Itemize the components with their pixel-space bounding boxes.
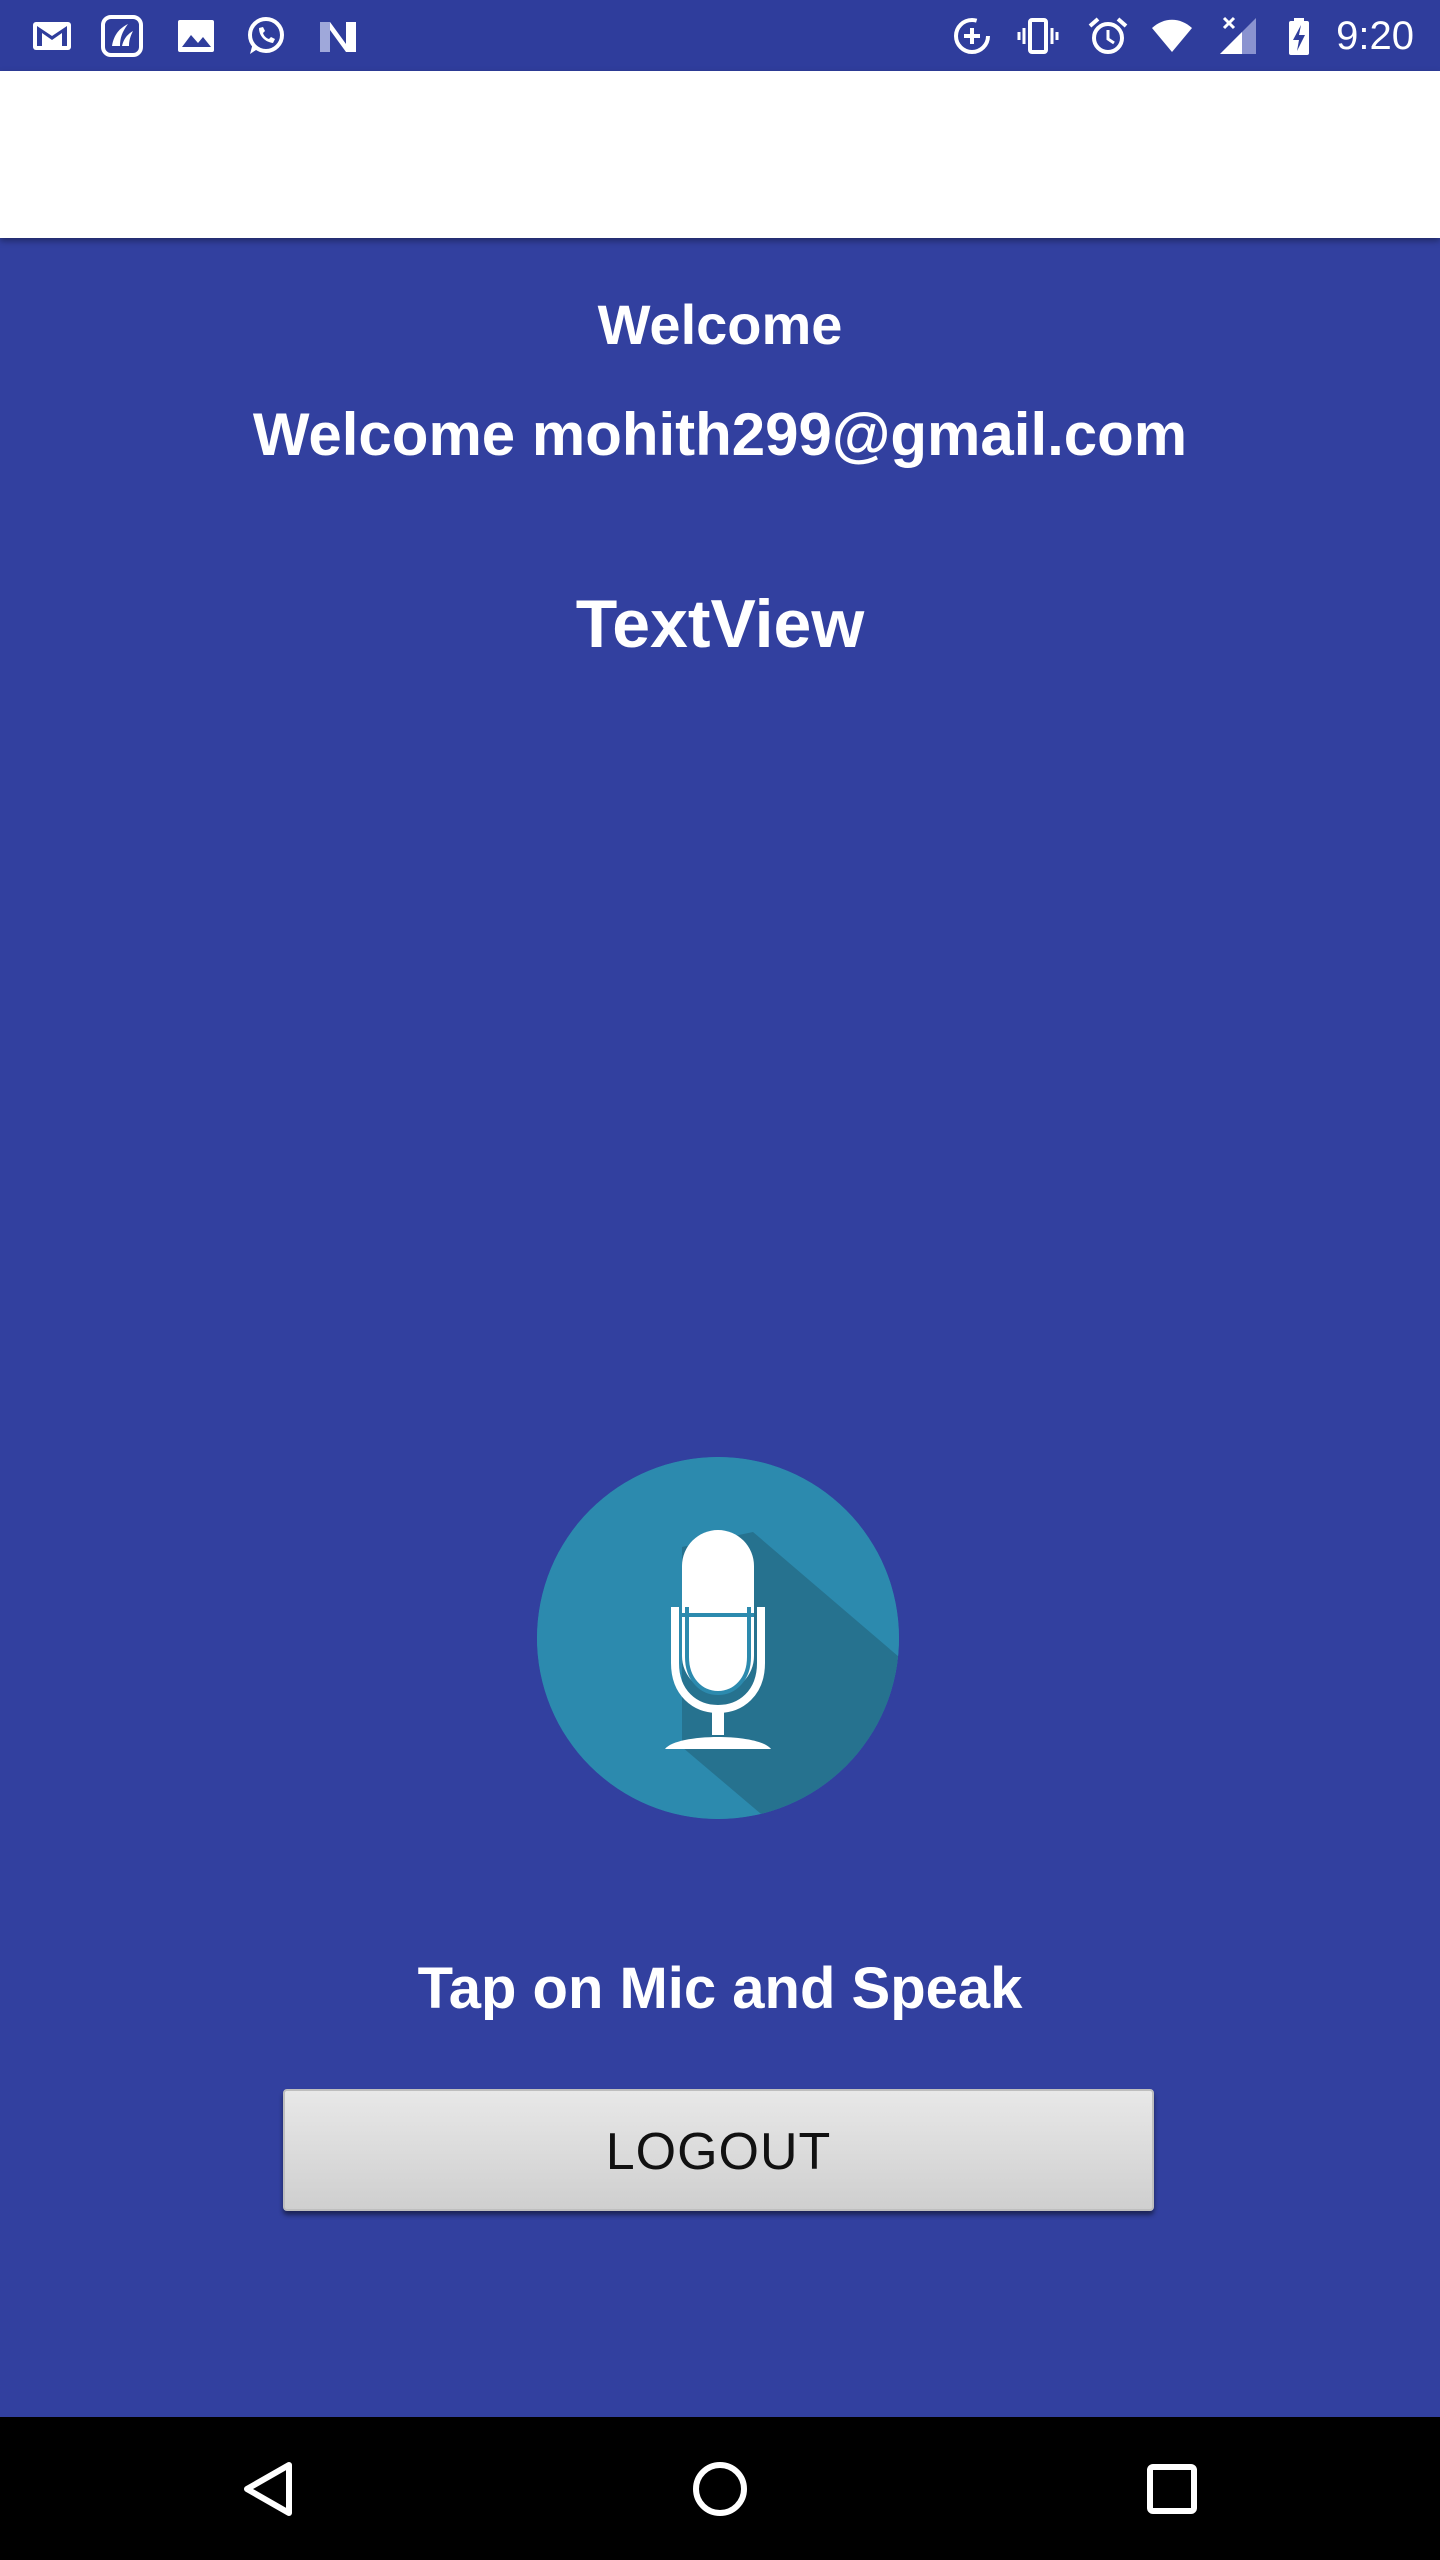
wifi-icon [1152,19,1192,52]
alarm-icon [1088,17,1128,54]
welcome-user-text: Welcome mohith299@gmail.com [252,401,1188,468]
app-bar [0,71,1440,238]
gallery-icon [178,20,214,52]
navigation-bar [0,2417,1440,2560]
data-saver-icon [954,18,990,54]
mic-hint-text: Tap on Mic and Speak [417,1956,1023,2021]
mic-button[interactable] [537,1457,899,1819]
speech-result-text: TextView [575,586,865,662]
n-app-icon [320,22,356,52]
status-bar: 9:20 [0,0,1440,71]
vibrate-icon [1017,18,1059,54]
logout-button[interactable]: LOGOUT [283,2089,1154,2211]
signal-icon [1220,16,1256,54]
recents-icon[interactable] [1136,2453,1208,2525]
saavn-icon [101,15,143,57]
home-icon[interactable] [684,2453,756,2525]
gmail-icon [33,22,71,50]
microphone-icon [537,1457,899,1819]
back-icon[interactable] [233,2453,305,2525]
status-time: 9:20 [1336,14,1414,58]
welcome-title: Welcome [597,293,843,356]
battery-charging-icon [1289,18,1309,55]
whatsapp-icon [248,17,284,54]
